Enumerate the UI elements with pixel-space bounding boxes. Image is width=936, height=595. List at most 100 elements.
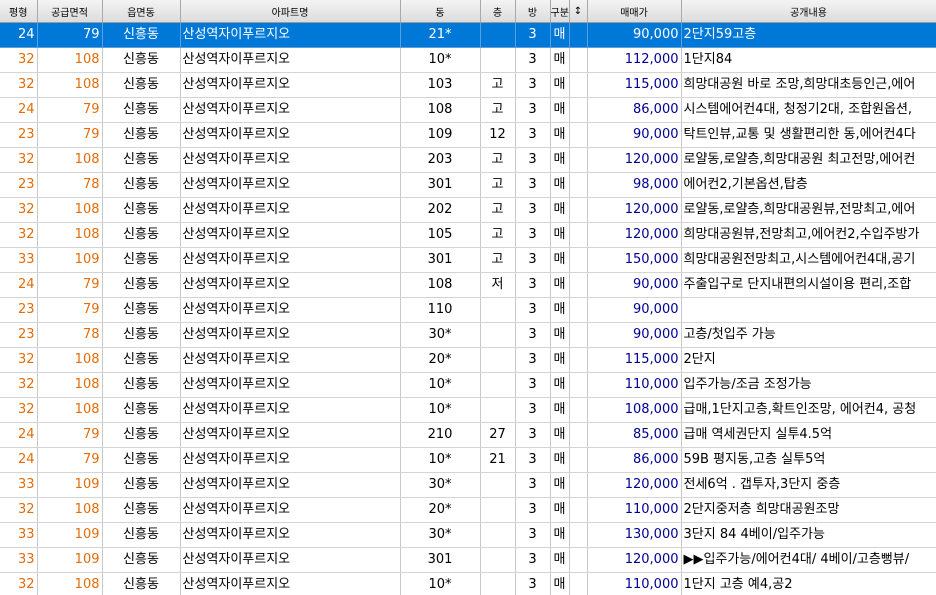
table-row[interactable]: 32 108 신흥동 산성역자이푸르지오 103 고 3 매 115,000 희망대공원 바로 조… (0, 72, 936, 98)
cell-building: 109 (400, 122, 481, 148)
cell-sort (569, 22, 588, 48)
table-row[interactable]: 23 78 신흥동 산성역자이푸르지오 30* 3 매 90,000 고층/첫입주 가능 (0, 322, 936, 348)
cell-apartment: 산성역자이푸르지오 (180, 222, 401, 248)
cell-floor (480, 497, 516, 523)
cell-supply-area: 108 (37, 147, 103, 173)
col-header-sort-icon[interactable]: ↕ (569, 0, 588, 23)
cell-pyeong: 23 (0, 322, 38, 348)
col-header-pyeong[interactable]: 평형 (0, 0, 38, 23)
cell-sort (569, 447, 588, 473)
cell-price: 115,000 (587, 72, 682, 98)
table-row[interactable]: 32 108 신흥동 산성역자이푸르지오 203 고 3 매 120,000 로얄동,로얄층,희망… (0, 147, 936, 173)
cell-pyeong: 23 (0, 122, 38, 148)
cell-type: 매 (550, 22, 570, 48)
table-row[interactable]: 33 109 신흥동 산성역자이푸르지오 30* 3 매 130,000 3단지 84 4베이/… (0, 522, 936, 548)
header-row: 평형 공급면적 읍면동 아파트명 동 층 방 구분 ↕ 매매가 공개내용 (0, 0, 936, 23)
table-row[interactable]: 32 108 신흥동 산성역자이푸르지오 10* 3 매 110,000 입주가능/조금 조정가… (0, 372, 936, 398)
col-header-building[interactable]: 동 (400, 0, 481, 23)
col-header-price[interactable]: 매매가 (587, 0, 682, 23)
cell-description: 3단지 84 4베이/입주가능 (681, 522, 936, 548)
cell-description: 2단지중저층 희망대공원조망 (681, 497, 936, 523)
col-header-floor[interactable]: 층 (480, 0, 516, 23)
cell-description (681, 297, 936, 323)
cell-price: 86,000 (587, 447, 682, 473)
cell-building: 301 (400, 547, 481, 573)
cell-rooms: 3 (515, 197, 551, 223)
col-header-rooms[interactable]: 방 (515, 0, 551, 23)
table-row[interactable]: 24 79 신흥동 산성역자이푸르지오 21* 3 매 90,000 2단지59고층 (0, 22, 936, 48)
cell-type: 매 (550, 147, 570, 173)
cell-rooms: 3 (515, 472, 551, 498)
table-row[interactable]: 23 79 신흥동 산성역자이푸르지오 109 12 3 매 90,000 탁트인뷰,교통 및 생… (0, 122, 936, 148)
cell-rooms: 3 (515, 522, 551, 548)
cell-rooms: 3 (515, 22, 551, 48)
col-header-type[interactable]: 구분 (550, 0, 570, 23)
cell-district: 신흥동 (102, 147, 181, 173)
table-row[interactable]: 32 108 신흥동 산성역자이푸르지오 20* 3 매 115,000 2단지 (0, 347, 936, 373)
cell-price: 120,000 (587, 472, 682, 498)
cell-sort (569, 272, 588, 298)
listing-grid[interactable]: 평형 공급면적 읍면동 아파트명 동 층 방 구분 ↕ 매매가 공개내용 24 7… (0, 0, 936, 595)
cell-district: 신흥동 (102, 472, 181, 498)
table-row[interactable]: 23 79 신흥동 산성역자이푸르지오 110 3 매 90,000 (0, 297, 936, 323)
cell-floor (480, 397, 516, 423)
cell-type: 매 (550, 347, 570, 373)
table-row[interactable]: 32 108 신흥동 산성역자이푸르지오 20* 3 매 110,000 2단지중저층 희망대공… (0, 497, 936, 523)
cell-district: 신흥동 (102, 197, 181, 223)
col-header-supply-area[interactable]: 공급면적 (37, 0, 103, 23)
table-row[interactable]: 33 109 신흥동 산성역자이푸르지오 301 3 매 120,000 ▶▶입주가능/에어컨4… (0, 547, 936, 573)
cell-price: 90,000 (587, 22, 682, 48)
cell-building: 10* (400, 397, 481, 423)
cell-pyeong: 32 (0, 47, 38, 73)
cell-building: 30* (400, 322, 481, 348)
table-row[interactable]: 32 108 신흥동 산성역자이푸르지오 10* 3 매 112,000 1단지84 (0, 47, 936, 73)
cell-apartment: 산성역자이푸르지오 (180, 447, 401, 473)
cell-apartment: 산성역자이푸르지오 (180, 147, 401, 173)
cell-supply-area: 109 (37, 547, 103, 573)
table-row[interactable]: 24 79 신흥동 산성역자이푸르지오 108 고 3 매 86,000 시스템에어컨4대, 청정… (0, 97, 936, 123)
col-header-district[interactable]: 읍면동 (102, 0, 181, 23)
cell-apartment: 산성역자이푸르지오 (180, 297, 401, 323)
cell-supply-area: 78 (37, 172, 103, 198)
cell-description: 급매,1단지고층,확트인조망, 에어컨4, 공청 (681, 397, 936, 423)
table-row[interactable]: 33 109 신흥동 산성역자이푸르지오 30* 3 매 120,000 전세6억 . 갭투자,… (0, 472, 936, 498)
cell-pyeong: 33 (0, 247, 38, 273)
table-row[interactable]: 32 108 신흥동 산성역자이푸르지오 10* 3 매 108,000 급매,1단지고층,확트… (0, 397, 936, 423)
cell-price: 110,000 (587, 497, 682, 523)
cell-supply-area: 79 (37, 272, 103, 298)
cell-building: 10* (400, 572, 481, 595)
cell-floor: 고 (480, 97, 516, 123)
table-row[interactable]: 24 79 신흥동 산성역자이푸르지오 210 27 3 매 85,000 급매 역세권단지 실투… (0, 422, 936, 448)
cell-district: 신흥동 (102, 272, 181, 298)
cell-price: 110,000 (587, 372, 682, 398)
cell-district: 신흥동 (102, 572, 181, 595)
cell-district: 신흥동 (102, 47, 181, 73)
cell-pyeong: 33 (0, 547, 38, 573)
cell-type: 매 (550, 447, 570, 473)
cell-sort (569, 372, 588, 398)
cell-floor (480, 322, 516, 348)
table-row[interactable]: 32 108 신흥동 산성역자이푸르지오 10* 3 매 110,000 1단지 고층 예4,공… (0, 572, 936, 595)
table-row[interactable]: 24 79 신흥동 산성역자이푸르지오 108 저 3 매 90,000 주출입구로 단지내편의시… (0, 272, 936, 298)
cell-description: 탁트인뷰,교통 및 생활편리한 동,에어컨4다 (681, 122, 936, 148)
table-row[interactable]: 32 108 신흥동 산성역자이푸르지오 105 고 3 매 120,000 희망대공원뷰,전망최… (0, 222, 936, 248)
cell-sort (569, 397, 588, 423)
cell-type: 매 (550, 222, 570, 248)
table-row[interactable]: 24 79 신흥동 산성역자이푸르지오 10* 21 3 매 86,000 59B 평지동,고층 … (0, 447, 936, 473)
cell-sort (569, 472, 588, 498)
cell-sort (569, 47, 588, 73)
cell-sort (569, 297, 588, 323)
table-row[interactable]: 33 109 신흥동 산성역자이푸르지오 301 고 3 매 150,000 희망대공원전망최고,… (0, 247, 936, 273)
grid-body: 24 79 신흥동 산성역자이푸르지오 21* 3 매 90,000 2단지59고층 32 108 신… (0, 22, 936, 595)
table-row[interactable]: 23 78 신흥동 산성역자이푸르지오 301 고 3 매 98,000 에어컨2,기본옵션,탑층 (0, 172, 936, 198)
cell-rooms: 3 (515, 497, 551, 523)
cell-pyeong: 24 (0, 272, 38, 298)
table-row[interactable]: 32 108 신흥동 산성역자이푸르지오 202 고 3 매 120,000 로얄동,로얄층,희망… (0, 197, 936, 223)
cell-sort (569, 572, 588, 595)
cell-sort (569, 197, 588, 223)
cell-district: 신흥동 (102, 547, 181, 573)
col-header-description[interactable]: 공개내용 (681, 0, 936, 23)
cell-type: 매 (550, 197, 570, 223)
col-header-apartment[interactable]: 아파트명 (180, 0, 401, 23)
cell-type: 매 (550, 372, 570, 398)
